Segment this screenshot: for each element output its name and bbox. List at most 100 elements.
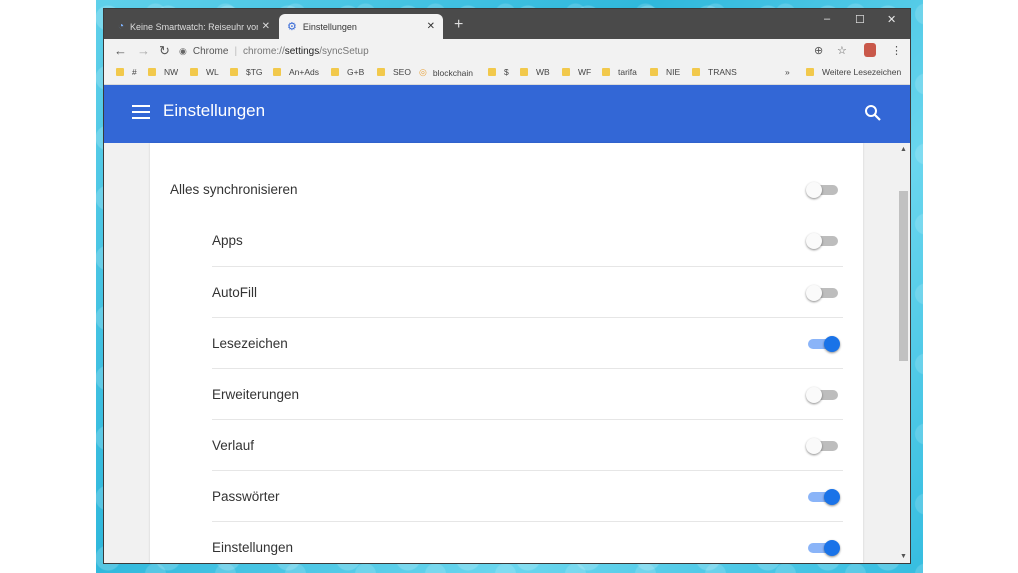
sync-all-label: Alles synchronisieren bbox=[170, 182, 298, 197]
tab-title: Einstellungen bbox=[302, 21, 357, 32]
sync-item-label: Einstellungen bbox=[212, 540, 294, 555]
scrollbar-thumb[interactable] bbox=[899, 191, 908, 361]
vertical-scrollbar[interactable]: ▲ ▼ bbox=[897, 143, 910, 563]
forward-arrow-icon[interactable]: → bbox=[137, 43, 150, 58]
sync-item-label: Verlauf bbox=[212, 438, 255, 453]
search-icon[interactable] bbox=[864, 104, 882, 122]
bookmark-folder[interactable]: WF bbox=[562, 67, 591, 77]
bookmark-folder[interactable]: $ bbox=[488, 67, 509, 77]
sync-item-label: AutoFill bbox=[212, 285, 258, 300]
title-bar: ◔ Keine Smartwatch: Reiseuhr von ... ✕ ⚙… bbox=[104, 9, 910, 39]
folder-icon bbox=[650, 68, 658, 76]
bookmarks-bar: # NW WL $TG An+Ads G+B SEO ◎ blockchain $… bbox=[104, 63, 910, 85]
bookmark-label: blockchain bbox=[432, 67, 474, 78]
sync-item-label: Passwörter bbox=[212, 489, 280, 504]
passwords-toggle[interactable] bbox=[806, 489, 840, 505]
sync-item-extensions: Erweiterungen bbox=[212, 368, 843, 420]
url-path: /syncSetup bbox=[319, 45, 369, 57]
site-favicon-icon: ◔ bbox=[118, 21, 125, 32]
site-label: Chrome bbox=[192, 45, 229, 57]
bookmark-folder[interactable]: NW bbox=[148, 67, 178, 77]
tab-smartwatch[interactable]: ◔ Keine Smartwatch: Reiseuhr von ... ✕ bbox=[110, 14, 278, 39]
folder-icon bbox=[331, 68, 339, 76]
maximize-button[interactable]: ☐ bbox=[855, 13, 865, 26]
bookmark-label: G+B bbox=[347, 67, 365, 77]
folder-icon bbox=[190, 68, 198, 76]
folder-icon bbox=[692, 68, 700, 76]
bookmark-folder[interactable]: NIE bbox=[650, 67, 680, 77]
autofill-toggle[interactable] bbox=[806, 285, 840, 301]
bookmark-folder[interactable]: An+Ads bbox=[273, 67, 319, 77]
folder-icon bbox=[562, 68, 570, 76]
bookmark-folder[interactable]: TRANS bbox=[692, 67, 737, 77]
sync-all-row: Alles synchronisieren bbox=[170, 164, 843, 215]
folder-icon bbox=[520, 68, 528, 76]
browser-window: ◔ Keine Smartwatch: Reiseuhr von ... ✕ ⚙… bbox=[104, 9, 910, 563]
bookmark-label: WF bbox=[578, 67, 592, 77]
folder-icon bbox=[116, 68, 124, 76]
sync-item-passwords: Passwörter bbox=[212, 470, 843, 522]
bookmark-label: WL bbox=[206, 67, 219, 77]
reload-icon[interactable]: ↻ bbox=[159, 43, 170, 59]
other-bookmarks-folder[interactable]: Weitere Lesezeichen bbox=[806, 67, 901, 77]
history-toggle[interactable] bbox=[806, 438, 840, 454]
menu-dots-icon[interactable]: ⋮ bbox=[891, 44, 902, 57]
bookmark-folder[interactable]: WB bbox=[520, 67, 550, 77]
bookmark-link[interactable]: ◎ blockchain bbox=[419, 67, 473, 78]
bookmarks-toggle[interactable] bbox=[806, 336, 840, 352]
tab-title: Keine Smartwatch: Reiseuhr von ... bbox=[130, 21, 258, 32]
close-window-button[interactable]: ✕ bbox=[887, 13, 896, 26]
folder-icon bbox=[148, 68, 156, 76]
sync-item-apps: Apps bbox=[212, 215, 843, 266]
bookmark-folder[interactable]: $TG bbox=[230, 67, 263, 77]
sync-item-label: Apps bbox=[212, 233, 243, 248]
bookmark-label: WB bbox=[536, 67, 550, 77]
folder-icon bbox=[602, 68, 610, 76]
scroll-up-icon[interactable]: ▲ bbox=[900, 146, 907, 153]
tab-close-icon[interactable]: ✕ bbox=[262, 21, 270, 32]
zoom-icon[interactable]: ⊕ bbox=[814, 44, 823, 57]
sync-all-toggle[interactable] bbox=[806, 182, 840, 198]
minimize-button[interactable]: – bbox=[824, 13, 830, 25]
sync-settings-card: Alles synchronisieren Apps AutoFill Lese… bbox=[150, 143, 863, 563]
folder-icon bbox=[806, 68, 814, 76]
back-arrow-icon[interactable]: ← bbox=[114, 43, 127, 58]
extensions-toggle[interactable] bbox=[806, 387, 840, 403]
bookmark-folder[interactable]: # bbox=[116, 67, 137, 77]
new-tab-button[interactable]: + bbox=[454, 16, 463, 34]
bookmark-label: $TG bbox=[246, 67, 263, 77]
sync-item-autofill: AutoFill bbox=[212, 266, 843, 318]
url-host: settings bbox=[284, 45, 320, 57]
settings-content: Alles synchronisieren Apps AutoFill Lese… bbox=[104, 143, 897, 563]
sync-item-bookmarks: Lesezeichen bbox=[212, 317, 843, 369]
sync-item-settings: Einstellungen bbox=[212, 521, 843, 563]
bookmark-folder[interactable]: SEO bbox=[377, 67, 411, 77]
apps-toggle[interactable] bbox=[806, 233, 840, 249]
bookmark-label: SEO bbox=[393, 67, 411, 77]
tab-settings[interactable]: ⚙ Einstellungen ✕ bbox=[279, 14, 443, 39]
chrome-site-icon: ◉ bbox=[179, 45, 187, 56]
browser-toolbar: ← → ↻ ◉ Chrome | chrome://settings/syncS… bbox=[104, 39, 910, 63]
settings-header: Einstellungen bbox=[104, 85, 910, 143]
scroll-down-icon[interactable]: ▼ bbox=[900, 553, 907, 560]
hamburger-menu-icon[interactable] bbox=[132, 105, 150, 119]
folder-icon bbox=[377, 68, 385, 76]
settings-toggle[interactable] bbox=[806, 540, 840, 556]
bookmark-label: An+Ads bbox=[289, 67, 320, 77]
bookmark-label: # bbox=[132, 67, 137, 77]
sync-item-label: Erweiterungen bbox=[212, 387, 300, 402]
bookmark-folder[interactable]: tarifa bbox=[602, 67, 637, 77]
bookmark-label: Weitere Lesezeichen bbox=[822, 67, 902, 77]
profile-avatar[interactable] bbox=[864, 43, 876, 57]
bookmark-folder[interactable]: WL bbox=[190, 67, 219, 77]
address-bar[interactable]: ◉ Chrome | chrome://settings/syncSetup bbox=[179, 42, 839, 60]
bookmarks-overflow-button[interactable]: » bbox=[785, 67, 790, 77]
bookmark-folder[interactable]: G+B bbox=[331, 67, 364, 77]
sync-item-history: Verlauf bbox=[212, 419, 843, 471]
folder-icon bbox=[273, 68, 281, 76]
tab-close-icon[interactable]: ✕ bbox=[427, 21, 435, 32]
url-scheme: chrome:// bbox=[243, 45, 285, 57]
blockchain-favicon-icon: ◎ bbox=[419, 67, 427, 77]
bookmark-star-icon[interactable]: ☆ bbox=[837, 44, 847, 57]
folder-icon bbox=[230, 68, 238, 76]
